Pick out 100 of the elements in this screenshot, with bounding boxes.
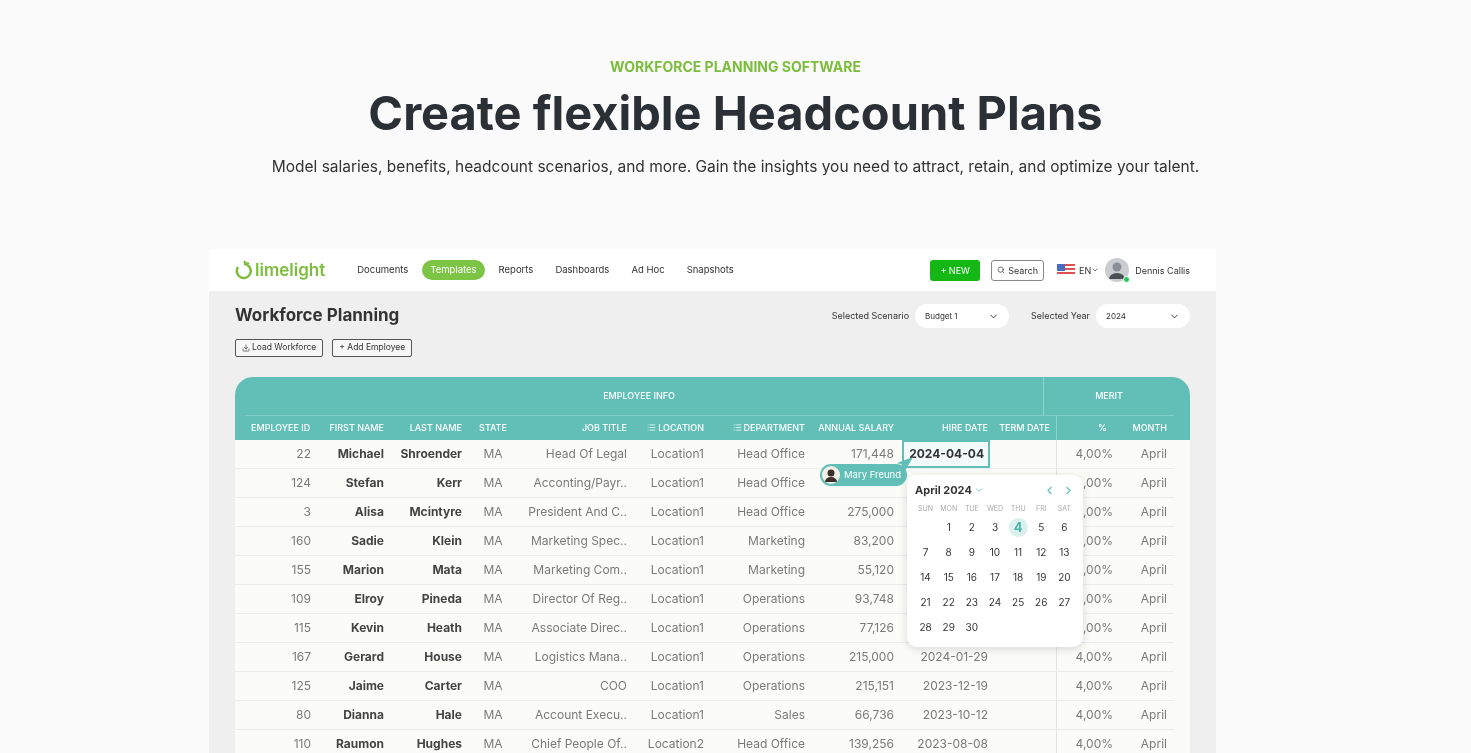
table-cell: Sadie: [351, 531, 384, 550]
calendar-day[interactable]: 15: [939, 567, 959, 587]
table-cell: Location1: [650, 676, 704, 695]
download-icon: [242, 343, 250, 352]
table-cell: Location1: [650, 473, 704, 492]
collaborator-name: Mary Freund: [844, 467, 901, 482]
calendar-day[interactable]: 16: [962, 567, 982, 587]
table-cell: Location2: [647, 734, 704, 753]
table-cell: 66,736: [854, 705, 894, 724]
column-header: TERM DATE: [999, 421, 1050, 435]
calendar-day[interactable]: 14: [916, 567, 936, 587]
filter-select[interactable]: Budget 1: [915, 304, 1010, 328]
table-cell: Logistics Mana..: [534, 647, 627, 666]
table-cell: 125: [291, 676, 311, 695]
table-cell: Alisa: [354, 502, 384, 521]
nav-tab[interactable]: Documents: [349, 260, 417, 281]
table-cell: Marketing Spec..: [530, 531, 627, 550]
table-cell: MA: [483, 676, 503, 695]
calendar-day[interactable]: 30: [962, 617, 982, 637]
table-cell: Location1: [650, 589, 704, 608]
table-cell: April: [1140, 502, 1167, 521]
calendar-day[interactable]: 19: [1031, 567, 1051, 587]
table-cell: Mata: [432, 560, 462, 579]
column-header: FIRST NAME: [329, 421, 384, 435]
table-cell: April: [1140, 473, 1167, 492]
table-cell: Elroy: [354, 589, 384, 608]
table-cell: Carter: [424, 676, 462, 695]
search-icon: [997, 266, 1006, 275]
action-button[interactable]: + Add Employee: [332, 338, 413, 357]
calendar-day[interactable]: 17: [985, 567, 1005, 587]
table-cell: Location1: [650, 647, 704, 666]
nav-tab[interactable]: Dashboards: [547, 260, 618, 281]
table-cell: MA: [483, 647, 503, 666]
table-cell: 275,000: [847, 502, 894, 521]
table-cell: Location1: [650, 502, 704, 521]
nav-tab[interactable]: Snapshots: [678, 260, 742, 281]
column-group-header: MERIT: [1095, 389, 1123, 403]
table-cell: Location1: [650, 618, 704, 637]
table-cell: 171,448: [851, 444, 894, 463]
table-cell: Marketing: [748, 560, 805, 579]
column-header: HIRE DATE: [942, 421, 988, 435]
table-cell: 83,200: [853, 531, 894, 550]
table-cell: Hughes: [416, 734, 462, 753]
calendar-day[interactable]: 22: [939, 592, 959, 612]
table-cell: MA: [483, 473, 503, 492]
calendar-day[interactable]: 23: [962, 592, 982, 612]
column-header: MONTH: [1132, 421, 1167, 435]
logo-icon: [235, 260, 253, 281]
filter-label: Selected Year: [1031, 309, 1090, 323]
column-header: EMPLOYEE ID: [251, 421, 311, 435]
language-selector[interactable]: EN: [1079, 263, 1100, 277]
column-header: LAST NAME: [409, 421, 462, 435]
hire-date-input[interactable]: 2024-04-04: [902, 439, 990, 468]
table-cell: 55,120: [857, 560, 894, 579]
table-cell: Acconting/Payr..: [533, 473, 627, 492]
calendar-day[interactable]: 18: [1008, 567, 1028, 587]
search-button[interactable]: Search: [991, 259, 1045, 281]
table-cell: President And C..: [528, 502, 627, 521]
page-title: Workforce Planning: [235, 304, 400, 328]
eyebrow: WORKFORCE PLANNING SOFTWARE: [610, 57, 861, 77]
nav-tab[interactable]: Reports: [490, 260, 542, 281]
calendar-day[interactable]: 27: [1054, 592, 1074, 612]
table-cell: Shroender: [400, 444, 462, 463]
table-row[interactable]: 80 Dianna Hale MA Account Execu.. Location1 Sales 66,736 2023-10-12 4,00% April: [235, 700, 1174, 730]
table-cell: Raumon: [335, 734, 384, 753]
table-cell: Michael: [337, 444, 384, 463]
caret-icon: [973, 485, 984, 495]
table-cell: Location1: [650, 444, 704, 463]
column-header: DEPARTMENT: [743, 421, 805, 435]
calendar-day[interactable]: 26: [1031, 592, 1051, 612]
column-header: STATE: [479, 421, 507, 435]
action-button[interactable]: Load Workforce: [235, 338, 324, 357]
table-row[interactable]: 110 Raumon Hughes MA Chief People Of.. Location2 Head Office 139,256 2023-08-08 4,00% April: [235, 729, 1174, 753]
filter-label: Selected Scenario: [831, 309, 910, 323]
table-cell: MA: [483, 444, 503, 463]
table-row[interactable]: 125 Jaime Carter MA COO Location1 Operations 215,151 2023-12-19 4,00% April: [235, 671, 1174, 701]
table-cell: Head Office: [737, 502, 805, 521]
calendar-day[interactable]: 25: [1008, 592, 1028, 612]
calendar-day[interactable]: 20: [1054, 567, 1074, 587]
month-selector[interactable]: April 2024: [915, 481, 984, 499]
table-cell: 80: [296, 705, 311, 724]
calendar-day[interactable]: 28: [916, 617, 936, 637]
table-cell: ,00%: [1082, 502, 1113, 521]
subtitle: Model salaries, benefits, headcount scenarios, and more. Gain the insights you need to attract, retain, and optimize your talent.: [271, 156, 1200, 178]
table-cell: 109: [291, 589, 311, 608]
table-cell: April: [1140, 560, 1167, 579]
table-cell: ,00%: [1082, 589, 1113, 608]
calendar-day[interactable]: 29: [939, 617, 959, 637]
avatar: [1105, 258, 1130, 283]
nav-tab[interactable]: Ad Hoc: [623, 260, 673, 281]
table-cell: Dianna: [343, 705, 384, 724]
calendar-day[interactable]: 21: [916, 592, 936, 612]
calendar-day[interactable]: 24: [985, 592, 1005, 612]
table-cell: Head Office: [737, 444, 805, 463]
table-cell: MA: [483, 502, 503, 521]
table-cell: Gerard: [344, 647, 384, 666]
filter-select[interactable]: 2024: [1096, 304, 1190, 328]
table-cell: House: [424, 647, 462, 666]
table-cell: 93,748: [854, 589, 894, 608]
table-cell: April: [1140, 734, 1167, 753]
